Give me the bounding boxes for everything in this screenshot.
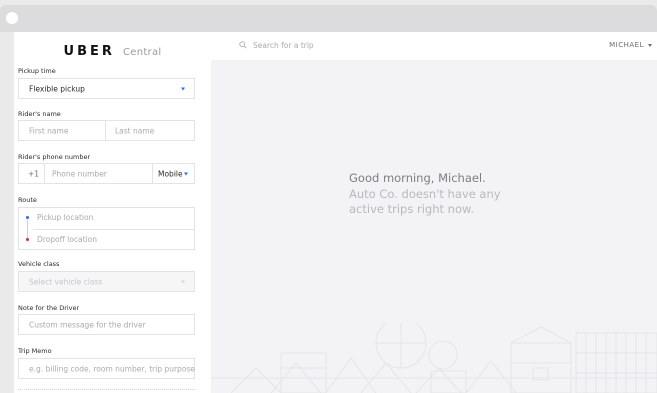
phone-number-input[interactable]: Phone number bbox=[52, 169, 107, 178]
trip-memo-input[interactable]: e.g. billing code, room number, trip pur… bbox=[18, 358, 195, 379]
no-trips-line-2: active trips right now. bbox=[349, 202, 474, 216]
pickup-time-value: Flexible pickup bbox=[29, 84, 85, 93]
country-code[interactable]: +1 bbox=[28, 169, 39, 178]
dropoff-dot-icon bbox=[26, 238, 29, 241]
request-sidebar: UBER Central Pickup time Flexible pickup… bbox=[14, 32, 211, 393]
field-divider bbox=[152, 164, 153, 183]
trip-memo-placeholder: e.g. billing code, room number, trip pur… bbox=[29, 364, 195, 373]
chevron-down-icon bbox=[184, 172, 188, 175]
cut-off-content bbox=[18, 389, 195, 392]
pickup-time-select[interactable]: Flexible pickup bbox=[18, 78, 195, 99]
app-logo: UBER Central bbox=[14, 40, 211, 60]
empty-state-message: Good morning, Michael. Auto Co. doesn't … bbox=[349, 171, 609, 218]
last-name-input[interactable]: Last name bbox=[115, 126, 154, 135]
chevron-down-icon bbox=[181, 87, 185, 90]
route-label: Route bbox=[18, 196, 37, 204]
greeting-text: Good morning, Michael. bbox=[349, 171, 486, 185]
vehicle-class-select[interactable]: Select vehicle class bbox=[18, 271, 195, 292]
dropoff-location-input[interactable]: Dropoff location bbox=[37, 235, 97, 244]
user-name: MICHAEL bbox=[609, 41, 644, 49]
trip-search-input[interactable]: Search for a trip bbox=[253, 41, 314, 50]
trip-memo-label: Trip Memo bbox=[18, 347, 52, 355]
pickup-dot-icon bbox=[26, 216, 29, 219]
note-placeholder: Custom message for the driver bbox=[29, 320, 146, 329]
chevron-down-icon bbox=[181, 280, 185, 283]
route-group: Pickup location Dropoff location bbox=[18, 207, 195, 250]
brand-sub: Central bbox=[122, 47, 162, 58]
phone-group: +1 Phone number Mobile bbox=[18, 163, 195, 184]
brand-name: UBER bbox=[63, 44, 115, 59]
first-name-input[interactable]: First name bbox=[29, 126, 68, 135]
pickup-time-label: Pickup time bbox=[18, 67, 56, 75]
route-divider bbox=[33, 229, 194, 230]
main-panel: Search for a trip MICHAEL Good morning, … bbox=[211, 32, 657, 393]
vehicle-class-label: Vehicle class bbox=[18, 260, 60, 268]
field-divider bbox=[44, 164, 45, 183]
top-bar: Search for a trip MICHAEL bbox=[211, 32, 657, 60]
vehicle-class-placeholder: Select vehicle class bbox=[29, 277, 103, 286]
search-icon bbox=[239, 41, 247, 49]
city-skyline-illustration bbox=[211, 323, 657, 393]
phone-type-select[interactable]: Mobile bbox=[158, 169, 183, 178]
riders-name-label: Rider's name bbox=[18, 110, 61, 118]
chevron-down-icon bbox=[648, 43, 652, 47]
riders-name-group: First name Last name bbox=[18, 120, 195, 141]
note-label: Note for the Driver bbox=[18, 304, 80, 312]
field-divider bbox=[105, 121, 106, 140]
app-area: UBER Central Pickup time Flexible pickup… bbox=[14, 32, 657, 393]
phone-label: Rider's phone number bbox=[18, 153, 91, 161]
no-trips-line-1: Auto Co. doesn't have any bbox=[349, 186, 501, 201]
window-close-dot[interactable] bbox=[6, 12, 18, 24]
pickup-location-input[interactable]: Pickup location bbox=[37, 213, 93, 222]
note-input[interactable]: Custom message for the driver bbox=[18, 314, 195, 335]
browser-window: UBER Central Pickup time Flexible pickup… bbox=[0, 0, 657, 393]
user-menu[interactable]: MICHAEL bbox=[609, 41, 652, 49]
window-titlebar bbox=[0, 5, 657, 32]
